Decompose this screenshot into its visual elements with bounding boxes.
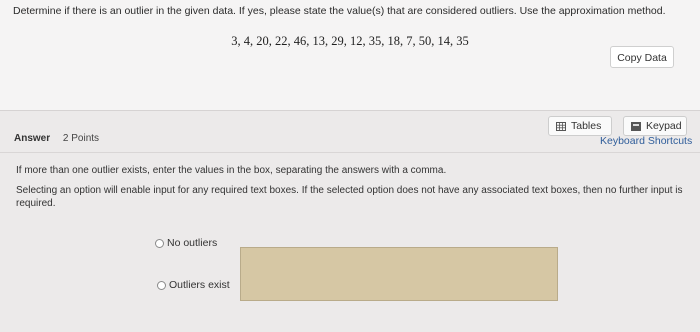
answer-area [0,152,700,332]
data-values: 3, 4, 20, 22, 46, 13, 29, 12, 35, 18, 7,… [231,34,469,48]
keyboard-shortcuts-link[interactable]: Keyboard Shortcuts [600,135,692,147]
answer-label: Answer [14,133,51,144]
option-outliers-exist[interactable]: Outliers exist [157,279,230,291]
no-outliers-radio[interactable] [155,238,164,248]
question-prompt: Determine if there is an outlier in the … [13,5,666,17]
outliers-input[interactable] [240,247,558,301]
outliers-exist-label: Outliers exist [169,279,230,291]
question-panel: Determine if there is an outlier in the … [0,0,700,111]
outliers-exist-radio[interactable] [157,280,166,290]
no-outliers-label: No outliers [167,237,218,249]
tables-button[interactable]: Tables [548,116,612,136]
keypad-icon [631,121,641,131]
answer-header: Answer 2 Points [14,133,99,144]
points-label: 2 Points [62,133,100,144]
option-no-outliers[interactable]: No outliers [155,237,217,249]
keypad-label: Keypad [646,120,682,132]
instruction-select-option: Selecting an option will enable input fo… [16,185,683,209]
copy-data-button[interactable]: Copy Data [610,46,674,68]
tables-label: Tables [571,120,602,132]
instruction-multiple-outliers: If more than one outlier exists, enter t… [16,165,447,176]
keypad-button[interactable]: Keypad [623,116,687,136]
table-icon [556,121,566,131]
